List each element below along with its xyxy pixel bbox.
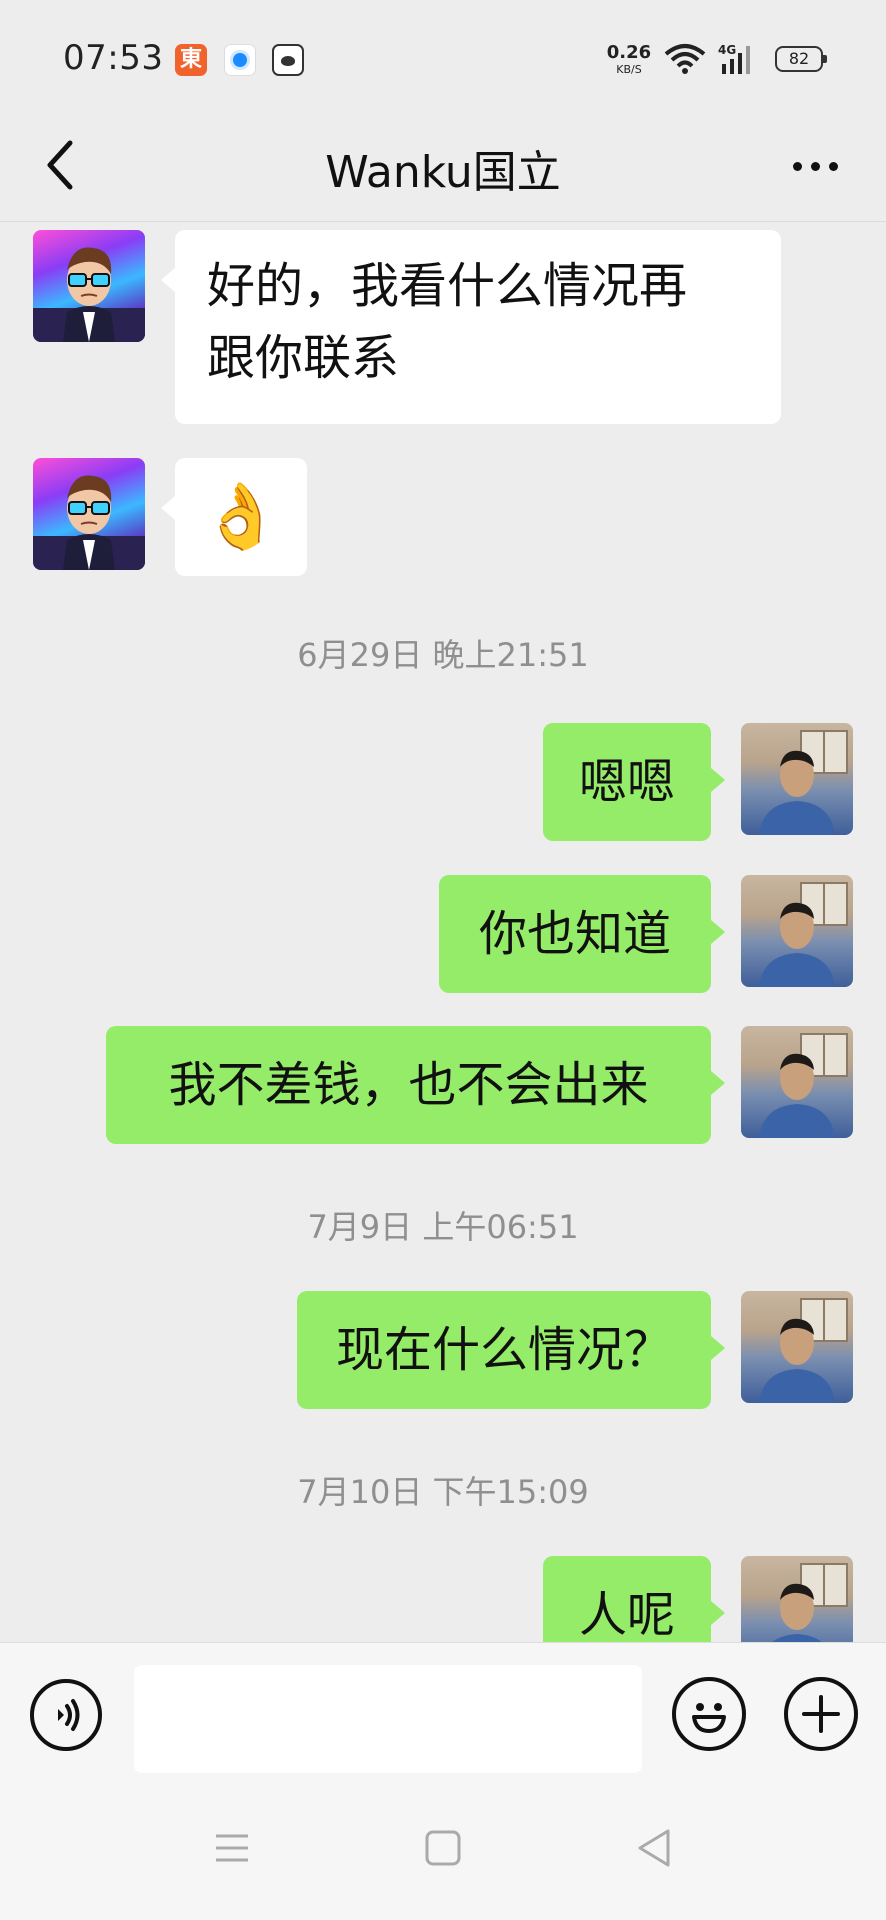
contact-avatar[interactable] [33,458,145,570]
message-input[interactable] [134,1665,642,1773]
user-photo-image [759,882,848,987]
system-nav-bar [0,1774,886,1920]
user-avatar[interactable] [741,1026,853,1138]
input-bar [0,1642,886,1774]
nav-home-button[interactable] [403,1808,483,1888]
nav-back-button[interactable] [614,1808,694,1888]
message-bubble-received-emoji[interactable]: 👌 [161,458,307,576]
user-avatar[interactable] [741,875,853,987]
message-bubble-sent[interactable]: 你也知道 [439,875,725,993]
network-speed-unit: KB/S [616,63,642,76]
smiley-icon [692,1703,726,1733]
message-timestamp: 7月10日 下午15:09 [297,1473,589,1511]
cellular-signal-icon: 4G [718,43,750,74]
signal-label: 4G [718,43,736,57]
user-avatar[interactable] [741,1291,853,1403]
user-avatar[interactable] [741,1556,853,1642]
contact-avatar[interactable] [33,230,145,342]
user-photo-image [759,1033,848,1138]
square-home-icon [425,1830,461,1866]
chat-header: Wanku国立 [0,110,886,222]
nav-menu-button[interactable] [192,1808,272,1888]
cartoon-avatar-image [33,247,145,342]
plus-icon [802,1695,840,1733]
status-bar: 07:53 東 0.26 KB/S 4G 82 [0,0,886,110]
app-notification-icon: 東 [175,44,207,76]
triangle-back-icon [638,1829,670,1867]
baidu-notification-icon [272,44,304,76]
status-time: 07:53 [63,38,164,78]
plus-button[interactable] [784,1677,858,1751]
emoji-button[interactable] [672,1677,746,1751]
chat-messages[interactable]: 好的，我看什么情况再 跟你联系 👌 6月29日 晚上21:51 嗯嗯 你也知道 … [0,222,886,1642]
wifi-icon [664,44,706,74]
network-speed-value: 0.26 [606,42,652,63]
voice-icon [58,1699,80,1731]
message-bubble-sent[interactable]: 嗯嗯 [543,723,725,841]
message-bubble-sent[interactable]: 人呢 [543,1556,725,1642]
user-avatar[interactable] [741,723,853,835]
battery-icon: 82 [775,46,827,72]
network-speed: 0.26 KB/S [603,42,655,76]
page-title: Wanku国立 [325,147,561,198]
more-button[interactable] [782,138,848,194]
message-bubble-received[interactable]: 好的，我看什么情况再 跟你联系 [161,230,781,424]
user-photo-image [759,730,848,835]
more-dots-icon [792,161,802,171]
message-bubble-sent[interactable]: 我不差钱，也不会出来 [106,1026,725,1144]
user-photo-image [772,1563,848,1642]
message-bubble-sent[interactable]: 现在什么情况？ [297,1291,725,1409]
browser-notification-icon [224,44,256,76]
cartoon-avatar-image [33,475,145,570]
voice-button[interactable] [30,1679,102,1751]
user-photo-image [759,1298,848,1403]
message-timestamp: 6月29日 晚上21:51 [297,636,589,674]
menu-icon [216,1834,248,1862]
message-timestamp: 7月9日 上午06:51 [307,1208,579,1246]
